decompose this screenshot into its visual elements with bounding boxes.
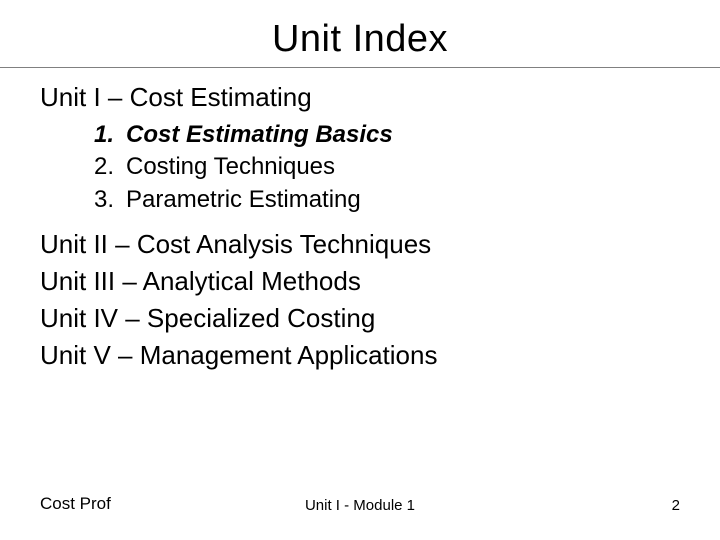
- page-number: 2: [672, 497, 680, 514]
- unit-1-list: 1. Cost Estimating Basics 2. Costing Tec…: [94, 119, 680, 216]
- list-item: 2. Costing Techniques: [94, 151, 680, 183]
- footer-center: Unit I - Module 1: [40, 497, 680, 514]
- item-number: 1.: [94, 119, 126, 151]
- unit-1-heading: Unit I – Cost Estimating: [40, 82, 680, 113]
- slide-title: Unit Index: [40, 18, 680, 61]
- item-number: 3.: [94, 184, 126, 216]
- item-label: Costing Techniques: [126, 151, 335, 183]
- list-item: 1. Cost Estimating Basics: [94, 119, 680, 151]
- title-divider: [0, 67, 720, 68]
- footer-left: Cost Prof: [40, 494, 111, 514]
- unit-2-heading: Unit II – Cost Analysis Techniques: [40, 226, 680, 263]
- item-label: Cost Estimating Basics: [126, 119, 393, 151]
- unit-3-heading: Unit III – Analytical Methods: [40, 263, 680, 300]
- item-label: Parametric Estimating: [126, 184, 361, 216]
- unit-4-heading: Unit IV – Specialized Costing: [40, 300, 680, 337]
- slide-footer: Cost Prof Unit I - Module 1 2: [40, 494, 680, 514]
- unit-5-heading: Unit V – Management Applications: [40, 337, 680, 374]
- item-number: 2.: [94, 151, 126, 183]
- slide: Unit Index Unit I – Cost Estimating 1. C…: [0, 0, 720, 540]
- list-item: 3. Parametric Estimating: [94, 184, 680, 216]
